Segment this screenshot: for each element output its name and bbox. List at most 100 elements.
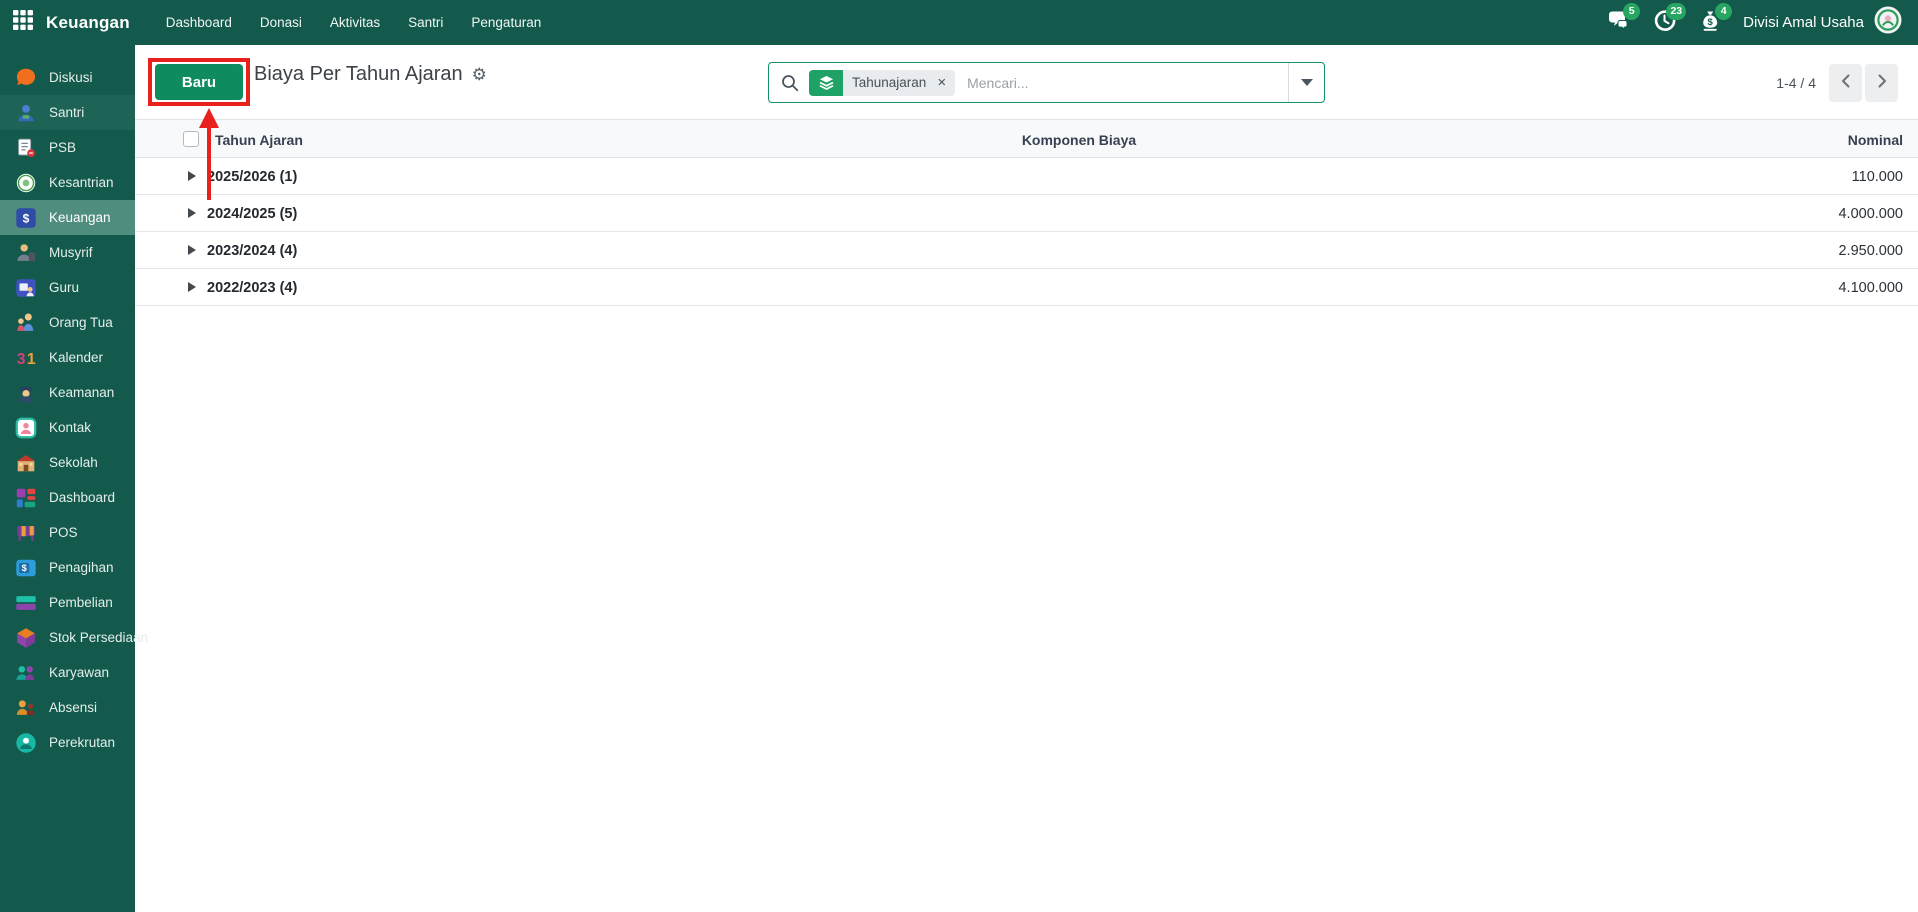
new-record-button[interactable]: Baru bbox=[155, 64, 243, 100]
finance-badge: 4 bbox=[1715, 2, 1733, 20]
keamanan-icon bbox=[13, 380, 39, 406]
sidebar-item-santri[interactable]: Santri bbox=[0, 95, 135, 130]
sidebar-item-sekolah[interactable]: Sekolah bbox=[0, 445, 135, 480]
dashboard-icon bbox=[13, 485, 39, 511]
search-options-toggle[interactable] bbox=[1288, 63, 1324, 102]
user-menu[interactable]: Divisi Amal Usaha bbox=[1743, 6, 1902, 39]
menu-item-donasi[interactable]: Donasi bbox=[246, 0, 316, 45]
control-panel: Baru Biaya Per Tahun Ajaran ⚙ Tahunajara… bbox=[135, 45, 1918, 103]
sidebar: Diskusi Santri PSB Kesantrian $ Keuangan… bbox=[0, 45, 148, 912]
column-header-nominal[interactable]: Nominal bbox=[1848, 120, 1903, 159]
top-menu: Dashboard Donasi Aktivitas Santri Pengat… bbox=[152, 0, 555, 45]
search-facet-tahunajaran: Tahunajaran × bbox=[809, 69, 956, 96]
group-label: 2022/2023 (4) bbox=[207, 279, 298, 296]
table-header-row: Tahun Ajaran Komponen Biaya Nominal bbox=[135, 119, 1918, 158]
group-label: 2023/2024 (4) bbox=[207, 242, 298, 259]
absensi-icon bbox=[13, 695, 39, 721]
sidebar-item-label: Karyawan bbox=[49, 665, 110, 680]
group-row-2023-2024[interactable]: 2023/2024 (4) 2.950.000 bbox=[135, 232, 1918, 269]
sidebar-item-keuangan[interactable]: $ Keuangan bbox=[0, 200, 135, 235]
sidebar-item-psb[interactable]: PSB bbox=[0, 130, 135, 165]
pager-next-button[interactable] bbox=[1865, 63, 1898, 102]
sidebar-item-musyrif[interactable]: Musyrif bbox=[0, 235, 135, 270]
messages-badge: 5 bbox=[1623, 2, 1641, 20]
sidebar-item-label: Musyrif bbox=[49, 245, 93, 260]
menu-item-aktivitas[interactable]: Aktivitas bbox=[316, 0, 394, 45]
activities-button[interactable]: 23 bbox=[1651, 2, 1687, 36]
column-header-komponen-biaya[interactable]: Komponen Biaya bbox=[979, 120, 1179, 159]
sidebar-item-kontak[interactable]: Kontak bbox=[0, 410, 135, 445]
penagihan-icon: $ bbox=[13, 555, 39, 581]
sidebar-item-guru[interactable]: Guru bbox=[0, 270, 135, 305]
sidebar-item-label: PSB bbox=[49, 140, 77, 155]
sidebar-item-label: Kalender bbox=[49, 350, 104, 365]
svg-text:$: $ bbox=[22, 563, 27, 573]
psb-icon bbox=[13, 135, 39, 161]
diskusi-icon bbox=[13, 65, 39, 91]
kontak-icon bbox=[13, 415, 39, 441]
guru-icon bbox=[13, 275, 39, 301]
svg-text:3: 3 bbox=[17, 351, 26, 368]
finance-notifications-button[interactable]: $ 4 bbox=[1697, 2, 1733, 36]
sidebar-item-orang-tua[interactable]: Orang Tua bbox=[0, 305, 135, 340]
group-nominal: 4.000.000 bbox=[1838, 205, 1903, 222]
sidebar-item-stok-persediaan[interactable]: Stok Persediaan bbox=[0, 620, 148, 655]
group-row-2022-2023[interactable]: 2022/2023 (4) 4.100.000 bbox=[135, 269, 1918, 306]
kalender-icon: 31 bbox=[13, 345, 39, 371]
musyrif-icon bbox=[13, 240, 39, 266]
group-row-2025-2026[interactable]: 2025/2026 (1) 110.000 bbox=[135, 158, 1918, 195]
gear-icon[interactable]: ⚙ bbox=[472, 66, 487, 83]
sidebar-item-label: Kontak bbox=[49, 420, 92, 435]
svg-text:1: 1 bbox=[27, 351, 36, 368]
facet-close-icon[interactable]: × bbox=[935, 70, 955, 96]
group-label: 2025/2026 (1) bbox=[207, 168, 298, 185]
sidebar-item-kesantrian[interactable]: Kesantrian bbox=[0, 165, 135, 200]
keuangan-icon: $ bbox=[13, 205, 39, 231]
sidebar-item-perekrutan[interactable]: Perekrutan bbox=[0, 725, 135, 760]
sidebar-item-pembelian[interactable]: Pembelian bbox=[0, 585, 135, 620]
sidebar-item-karyawan[interactable]: Karyawan bbox=[0, 655, 135, 690]
column-header-tahun-ajaran[interactable]: Tahun Ajaran bbox=[215, 120, 303, 159]
messages-button[interactable]: 5 bbox=[1605, 2, 1641, 36]
sidebar-item-absensi[interactable]: Absensi bbox=[0, 690, 135, 725]
expand-triangle-icon[interactable] bbox=[188, 208, 196, 218]
sidebar-item-label: Orang Tua bbox=[49, 315, 113, 330]
group-label: 2024/2025 (5) bbox=[207, 205, 298, 222]
expand-triangle-icon[interactable] bbox=[188, 245, 196, 255]
sidebar-item-penagihan[interactable]: $ Penagihan bbox=[0, 550, 135, 585]
menu-item-dashboard[interactable]: Dashboard bbox=[152, 0, 246, 45]
topbar: Keuangan Dashboard Donasi Aktivitas Sant… bbox=[0, 0, 1918, 45]
pager-previous-button[interactable] bbox=[1829, 63, 1862, 102]
sidebar-item-kalender[interactable]: 31 Kalender bbox=[0, 340, 135, 375]
sidebar-item-dashboard[interactable]: Dashboard bbox=[0, 480, 135, 515]
activities-badge: 23 bbox=[1666, 2, 1687, 20]
sidebar-item-label: Sekolah bbox=[49, 455, 98, 470]
page-title: Biaya Per Tahun Ajaran bbox=[254, 62, 463, 85]
kesantrian-icon bbox=[13, 170, 39, 196]
sidebar-item-label: Keuangan bbox=[49, 210, 111, 225]
sidebar-item-label: Santri bbox=[49, 105, 85, 120]
expand-triangle-icon[interactable] bbox=[188, 282, 196, 292]
sidebar-item-diskusi[interactable]: Diskusi bbox=[0, 60, 135, 95]
apps-menu-button[interactable] bbox=[0, 0, 46, 45]
apps-grid-icon bbox=[13, 10, 33, 35]
sidebar-item-label: Dashboard bbox=[49, 490, 116, 505]
pager-buttons bbox=[1829, 63, 1898, 102]
sidebar-item-label: Guru bbox=[49, 280, 80, 295]
sidebar-item-label: Perekrutan bbox=[49, 735, 116, 750]
chevron-left-icon bbox=[1839, 73, 1853, 92]
pager: 1-4 / 4 bbox=[1776, 62, 1898, 103]
pembelian-icon bbox=[13, 590, 39, 616]
expand-triangle-icon[interactable] bbox=[188, 171, 196, 181]
app-title[interactable]: Keuangan bbox=[46, 13, 130, 33]
list-view: Tahun Ajaran Komponen Biaya Nominal 2025… bbox=[135, 119, 1918, 306]
group-row-2024-2025[interactable]: 2024/2025 (5) 4.000.000 bbox=[135, 195, 1918, 232]
menu-item-santri[interactable]: Santri bbox=[394, 0, 457, 45]
sidebar-item-keamanan[interactable]: Keamanan bbox=[0, 375, 135, 410]
search-bar: Tahunajaran × bbox=[768, 62, 1325, 103]
search-input[interactable] bbox=[967, 74, 1288, 91]
menu-item-pengaturan[interactable]: Pengaturan bbox=[457, 0, 555, 45]
group-nominal: 110.000 bbox=[1851, 168, 1903, 185]
select-all-checkbox[interactable] bbox=[183, 131, 199, 147]
sidebar-item-pos[interactable]: POS bbox=[0, 515, 135, 550]
